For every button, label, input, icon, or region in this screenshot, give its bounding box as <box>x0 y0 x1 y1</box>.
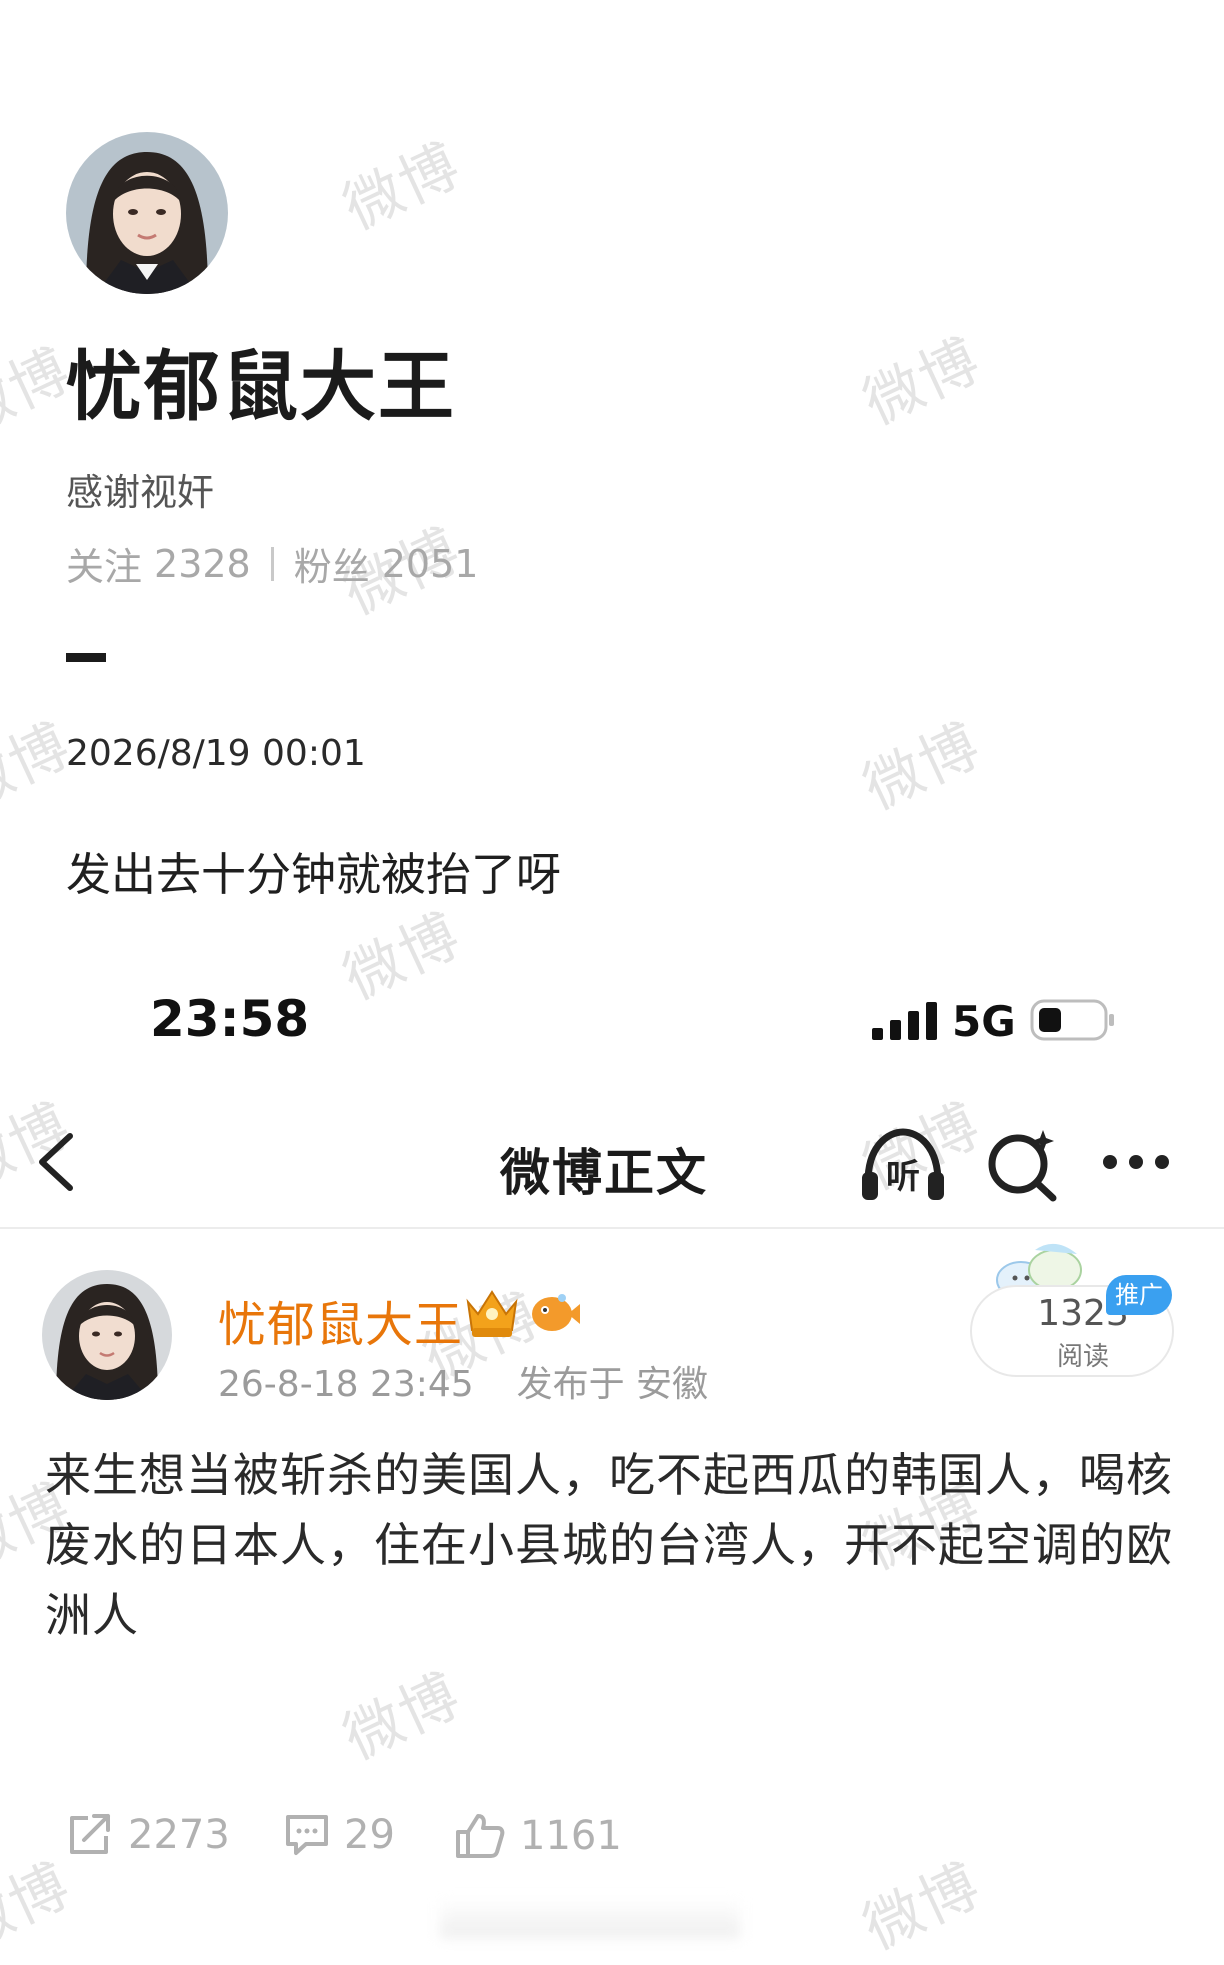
back-icon[interactable] <box>34 1130 78 1198</box>
watermark: 微博 <box>853 325 991 438</box>
followers-count[interactable]: 2051 <box>382 542 479 586</box>
comment-button[interactable]: 29 <box>284 1812 395 1858</box>
vip-crown-icon[interactable] <box>462 1284 522 1344</box>
post-timestamp: 26-8-18 23:45 <box>218 1364 474 1405</box>
watermark: 微博 <box>333 130 471 243</box>
stats-divider <box>270 546 274 581</box>
comment-icon <box>286 1815 328 1855</box>
author-name[interactable]: 忧郁鼠大王 <box>218 1285 463 1355</box>
post-meta: 26-8-18 23:45 发布于 安徽 <box>218 1355 708 1407</box>
page-title: 微博正文 <box>500 1144 708 1202</box>
search-icon[interactable] <box>985 1126 1061 1206</box>
like-count: 1161 <box>520 1813 622 1859</box>
caption-post-date: 2026/8/19 00:01 <box>66 733 366 774</box>
post-location: 发布于 安徽 <box>516 1364 709 1405</box>
status-time: 23:58 <box>150 990 310 1048</box>
repost-count: 2273 <box>128 1812 230 1858</box>
like-icon <box>456 1814 505 1858</box>
repost-button[interactable]: 2273 <box>66 1812 230 1858</box>
profile-avatar[interactable] <box>66 132 228 294</box>
watermark: 微博 <box>853 1850 991 1963</box>
like-button[interactable]: 1161 <box>454 1812 622 1860</box>
repost-icon <box>70 1814 110 1854</box>
watermark: 微博 <box>333 1660 471 1773</box>
followers-label[interactable]: 粉丝 <box>294 536 370 591</box>
promo-badge: 推广 <box>1106 1275 1172 1315</box>
bottom-fade <box>440 1898 740 1938</box>
listen-icon[interactable]: 听 <box>858 1126 948 1208</box>
nav-divider <box>0 1227 1224 1229</box>
post-body: 来生想当被斩杀的美国人，吃不起西瓜的韩国人，喝核废水的日本人，住在小县城的台湾人… <box>45 1448 1173 1642</box>
read-label: 阅读 <box>1056 1342 1109 1372</box>
comment-count: 29 <box>344 1812 395 1858</box>
profile-stats: 关注 2328 粉丝 2051 <box>66 536 478 591</box>
watermark: 微博 <box>853 710 991 823</box>
following-count[interactable]: 2328 <box>154 542 251 586</box>
more-icon[interactable] <box>1100 1152 1172 1176</box>
section-dash <box>66 653 106 662</box>
author-avatar[interactable] <box>42 1270 172 1400</box>
network-type: 5G <box>952 997 1016 1046</box>
signal-icon <box>872 1002 938 1044</box>
svg-text:听: 听 <box>886 1157 920 1197</box>
battery-icon <box>1030 999 1116 1045</box>
profile-name: 忧郁鼠大王 <box>66 342 456 431</box>
fan-badge-icon[interactable] <box>528 1288 580 1340</box>
profile-bio: 感谢视奸 <box>66 471 214 514</box>
watermark: 微博 <box>333 900 471 1013</box>
following-label[interactable]: 关注 <box>66 536 142 591</box>
caption-post-text: 发出去十分钟就被抬了呀 <box>66 848 562 901</box>
